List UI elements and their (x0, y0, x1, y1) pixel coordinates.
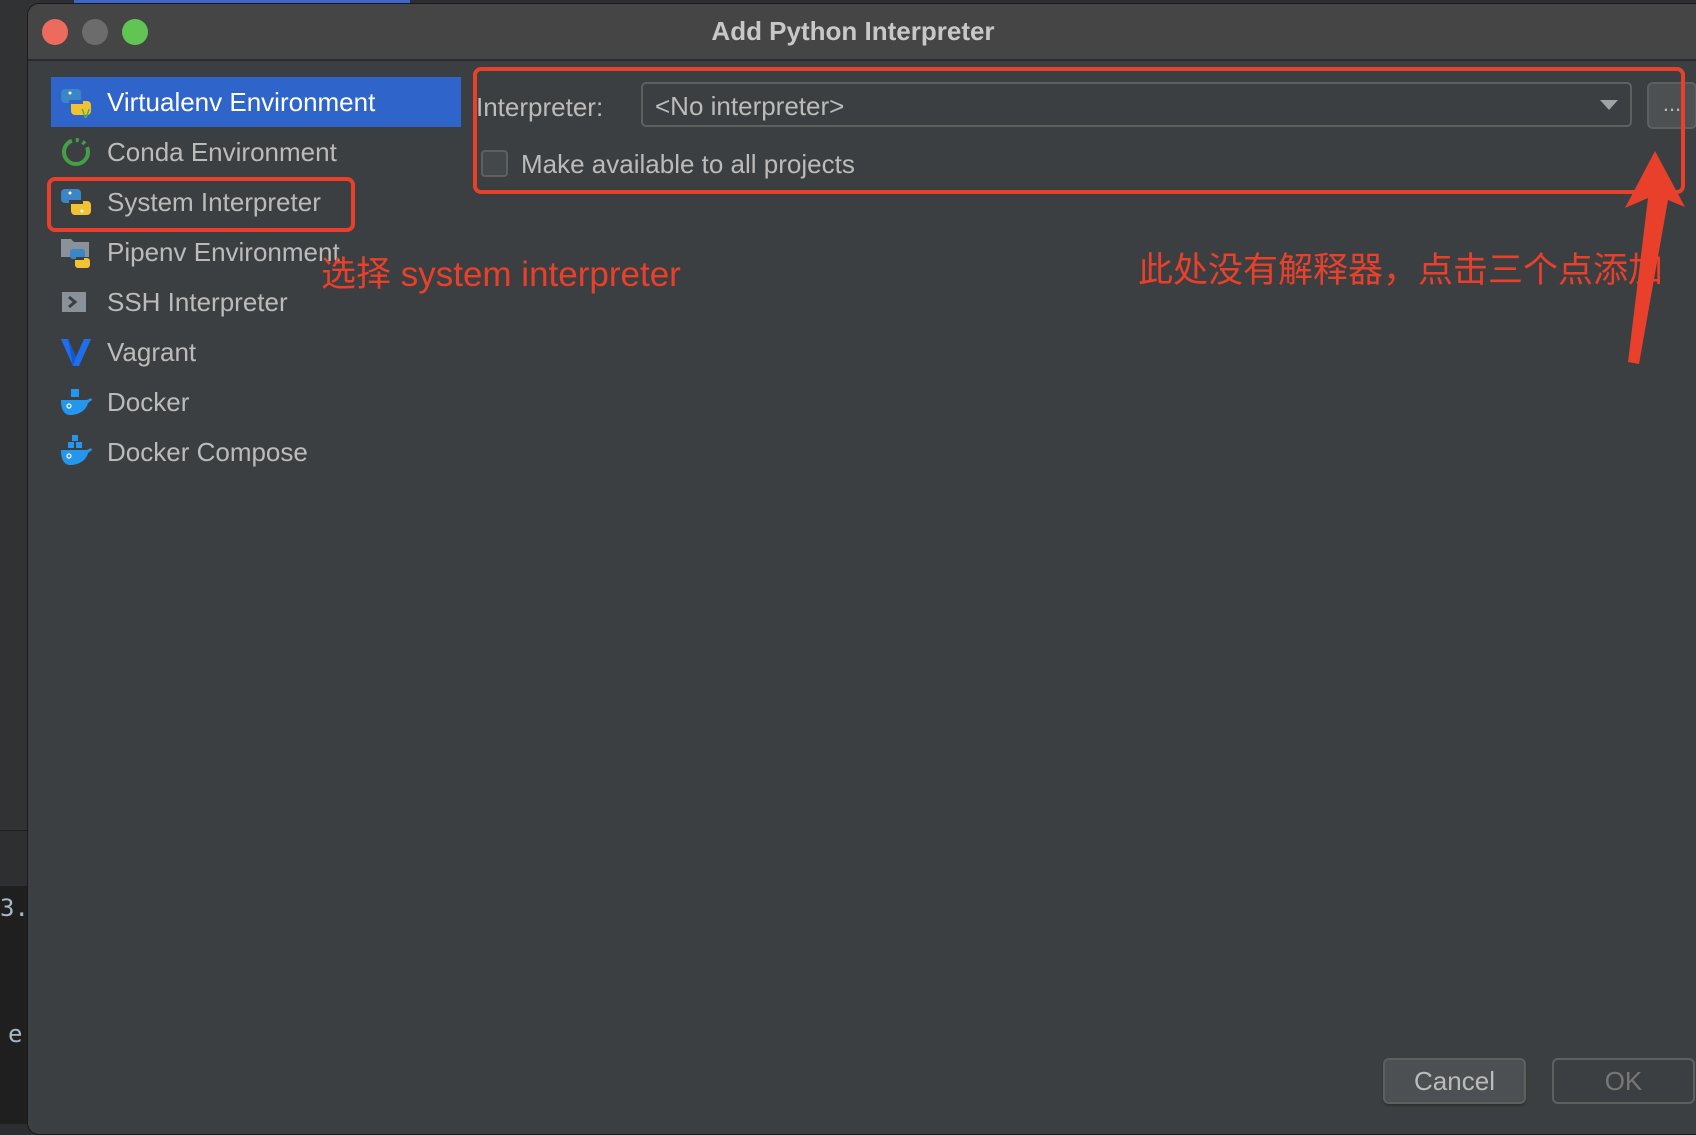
conda-ring-icon (59, 135, 93, 169)
ssh-terminal-icon (59, 285, 93, 319)
sidebar-item-label: SSH Interpreter (107, 286, 288, 317)
pipenv-folder-python-icon (59, 235, 93, 269)
sidebar-item-label: Vagrant (107, 336, 197, 367)
ok-button[interactable]: OK (1552, 1058, 1695, 1104)
annotation-select-system: 选择 system interpreter (321, 255, 681, 294)
sidebar-item-label: Docker (107, 386, 190, 417)
sidebar-item-vagrant[interactable]: Vagrant (51, 327, 461, 377)
docker-compose-icon (59, 435, 93, 469)
title-bar: Add Python Interpreter (28, 4, 1696, 61)
docker-whale-icon (59, 385, 93, 419)
vagrant-v-icon (59, 335, 93, 369)
sidebar-item-docker[interactable]: Docker (51, 377, 461, 427)
sidebar-item-label: Virtualenv Environment (107, 86, 376, 117)
sidebar-item-virtualenv[interactable]: v Virtualenv Environment (51, 77, 461, 127)
sidebar-item-label: Docker Compose (107, 436, 308, 467)
sidebar-item-label: Conda Environment (107, 136, 337, 167)
python-virtualenv-icon: v (59, 85, 93, 122)
sidebar-item-label: Pipenv Environment (107, 236, 340, 267)
annotation-no-interpreter-hint: 此处没有解释器，点击三个点添加 (1138, 251, 1664, 290)
annotation-highlight-interpreter-area (473, 67, 1685, 194)
svg-text:v: v (81, 103, 90, 119)
annotation-highlight-system-interpreter (47, 177, 355, 232)
dialog-title: Add Python Interpreter (711, 16, 995, 46)
code-fragment: e (8, 1020, 23, 1048)
cancel-button[interactable]: Cancel (1383, 1058, 1526, 1104)
code-fragment: 3. (0, 894, 29, 922)
sidebar-item-docker-compose[interactable]: Docker Compose (51, 427, 461, 477)
sidebar-item-conda[interactable]: Conda Environment (51, 127, 461, 177)
